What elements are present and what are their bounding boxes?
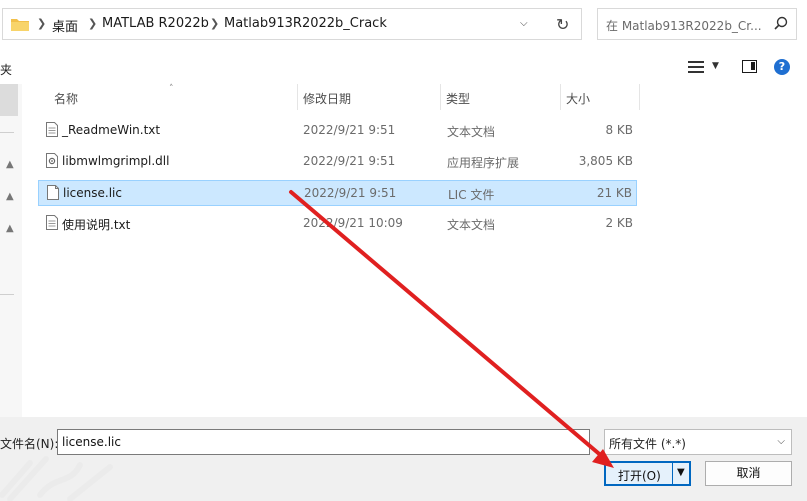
file-date: 2022/9/21 9:51 xyxy=(303,123,396,137)
file-row[interactable]: _ReadmeWin.txt 2022/9/21 9:51 文本文档 8 KB xyxy=(38,118,637,144)
filename-label: 文件名(N): xyxy=(0,437,59,451)
breadcrumb-separator: ❯ xyxy=(88,17,98,30)
chevron-down-icon[interactable]: ▼ xyxy=(712,61,719,71)
filename-input[interactable] xyxy=(57,429,590,455)
file-row[interactable]: libmwlmgrimpl.dll 2022/9/21 9:51 应用程序扩展 … xyxy=(38,149,637,175)
refresh-icon[interactable]: ↻ xyxy=(556,15,569,34)
dll-file-icon xyxy=(46,153,58,168)
file-size: 2 KB xyxy=(605,216,633,230)
file-name: 使用说明.txt xyxy=(62,218,131,232)
nav-divider xyxy=(0,294,14,295)
address-bar[interactable]: ❯ 桌面 ❯ MATLAB R2022b ❯ Matlab913R2022b_C… xyxy=(2,8,582,40)
file-type: LIC 文件 xyxy=(448,188,495,202)
file-list: ˄ 名称 修改日期 类型 大小 _ReadmeWin.txt 2022/9/21… xyxy=(22,84,807,417)
column-divider[interactable] xyxy=(297,84,298,110)
filetype-value: 所有文件 (*.*) xyxy=(609,437,686,451)
search-box[interactable]: 在 Matlab913R2022b_Cr... xyxy=(597,8,797,40)
column-header-date[interactable]: 修改日期 xyxy=(303,90,351,107)
file-name: license.lic xyxy=(63,186,122,200)
file-type: 文本文档 xyxy=(447,125,496,139)
chevron-down-icon: ⌵ xyxy=(777,436,785,447)
new-folder-label[interactable]: 夹 xyxy=(0,61,12,78)
text-file-icon xyxy=(46,215,58,230)
view-options-icon[interactable] xyxy=(688,61,704,73)
column-header-size[interactable]: 大小 xyxy=(566,90,590,107)
file-date: 2022/9/21 9:51 xyxy=(304,186,397,200)
nav-selected-item[interactable] xyxy=(0,84,18,116)
preview-pane-icon[interactable] xyxy=(742,60,757,73)
column-divider[interactable] xyxy=(639,84,640,110)
breadcrumb-separator: ❯ xyxy=(210,17,220,30)
nav-divider xyxy=(0,132,14,133)
split-divider xyxy=(672,463,673,484)
search-placeholder: 在 Matlab913R2022b_Cr... xyxy=(606,19,762,33)
chevron-down-icon[interactable]: ⌵ xyxy=(520,18,528,29)
text-file-icon xyxy=(46,122,58,137)
file-size: 8 KB xyxy=(605,123,633,137)
help-icon[interactable]: ? xyxy=(774,59,790,75)
breadcrumb-desktop[interactable]: 桌面 xyxy=(52,16,78,35)
address-toolbar: ❯ 桌面 ❯ MATLAB R2022b ❯ Matlab913R2022b_C… xyxy=(0,0,807,52)
file-row-selected[interactable]: license.lic 2022/9/21 9:51 LIC 文件 21 KB xyxy=(38,180,637,206)
blank-file-icon xyxy=(47,185,59,200)
breadcrumb-crack-folder[interactable]: Matlab913R2022b_Crack xyxy=(224,16,387,31)
watermark-graphic xyxy=(0,456,113,501)
file-row[interactable]: 使用说明.txt 2022/9/21 10:09 文本文档 2 KB xyxy=(38,211,637,237)
dropdown-arrow-icon[interactable]: ▼ xyxy=(677,467,685,478)
search-icon xyxy=(774,16,788,30)
file-name: _ReadmeWin.txt xyxy=(62,123,161,137)
pin-icon[interactable]: ▲ xyxy=(6,159,16,170)
column-header-name[interactable]: 名称 xyxy=(54,90,78,107)
column-header-row: ˄ 名称 修改日期 类型 大小 xyxy=(22,84,807,110)
pin-icon[interactable]: ▲ xyxy=(6,191,16,202)
column-header-type[interactable]: 类型 xyxy=(446,90,470,107)
navigation-pane: ▲ ▲ ▲ xyxy=(0,84,23,417)
file-date: 2022/9/21 10:09 xyxy=(303,216,403,230)
file-type: 应用程序扩展 xyxy=(447,156,520,170)
column-divider[interactable] xyxy=(440,84,441,110)
open-button[interactable]: 打开(O) ▼ xyxy=(604,461,691,486)
pin-icon[interactable]: ▲ xyxy=(6,223,16,234)
cancel-button[interactable]: 取消 xyxy=(705,461,792,486)
filetype-select[interactable]: 所有文件 (*.*) ⌵ xyxy=(604,429,792,455)
file-size: 21 KB xyxy=(596,186,632,200)
breadcrumb-separator: ❯ xyxy=(37,17,47,30)
file-size: 3,805 KB xyxy=(578,154,633,168)
file-name: libmwlmgrimpl.dll xyxy=(62,154,170,168)
folder-icon xyxy=(11,19,29,31)
command-bar: 夹 ▼ ? xyxy=(0,52,807,84)
file-type: 文本文档 xyxy=(447,218,496,232)
open-button-label: 打开(O) xyxy=(618,469,661,483)
column-divider[interactable] xyxy=(560,84,561,110)
file-date: 2022/9/21 9:51 xyxy=(303,154,396,168)
breadcrumb-matlab[interactable]: MATLAB R2022b xyxy=(102,16,209,31)
sort-arrow-icon: ˄ xyxy=(169,84,174,94)
